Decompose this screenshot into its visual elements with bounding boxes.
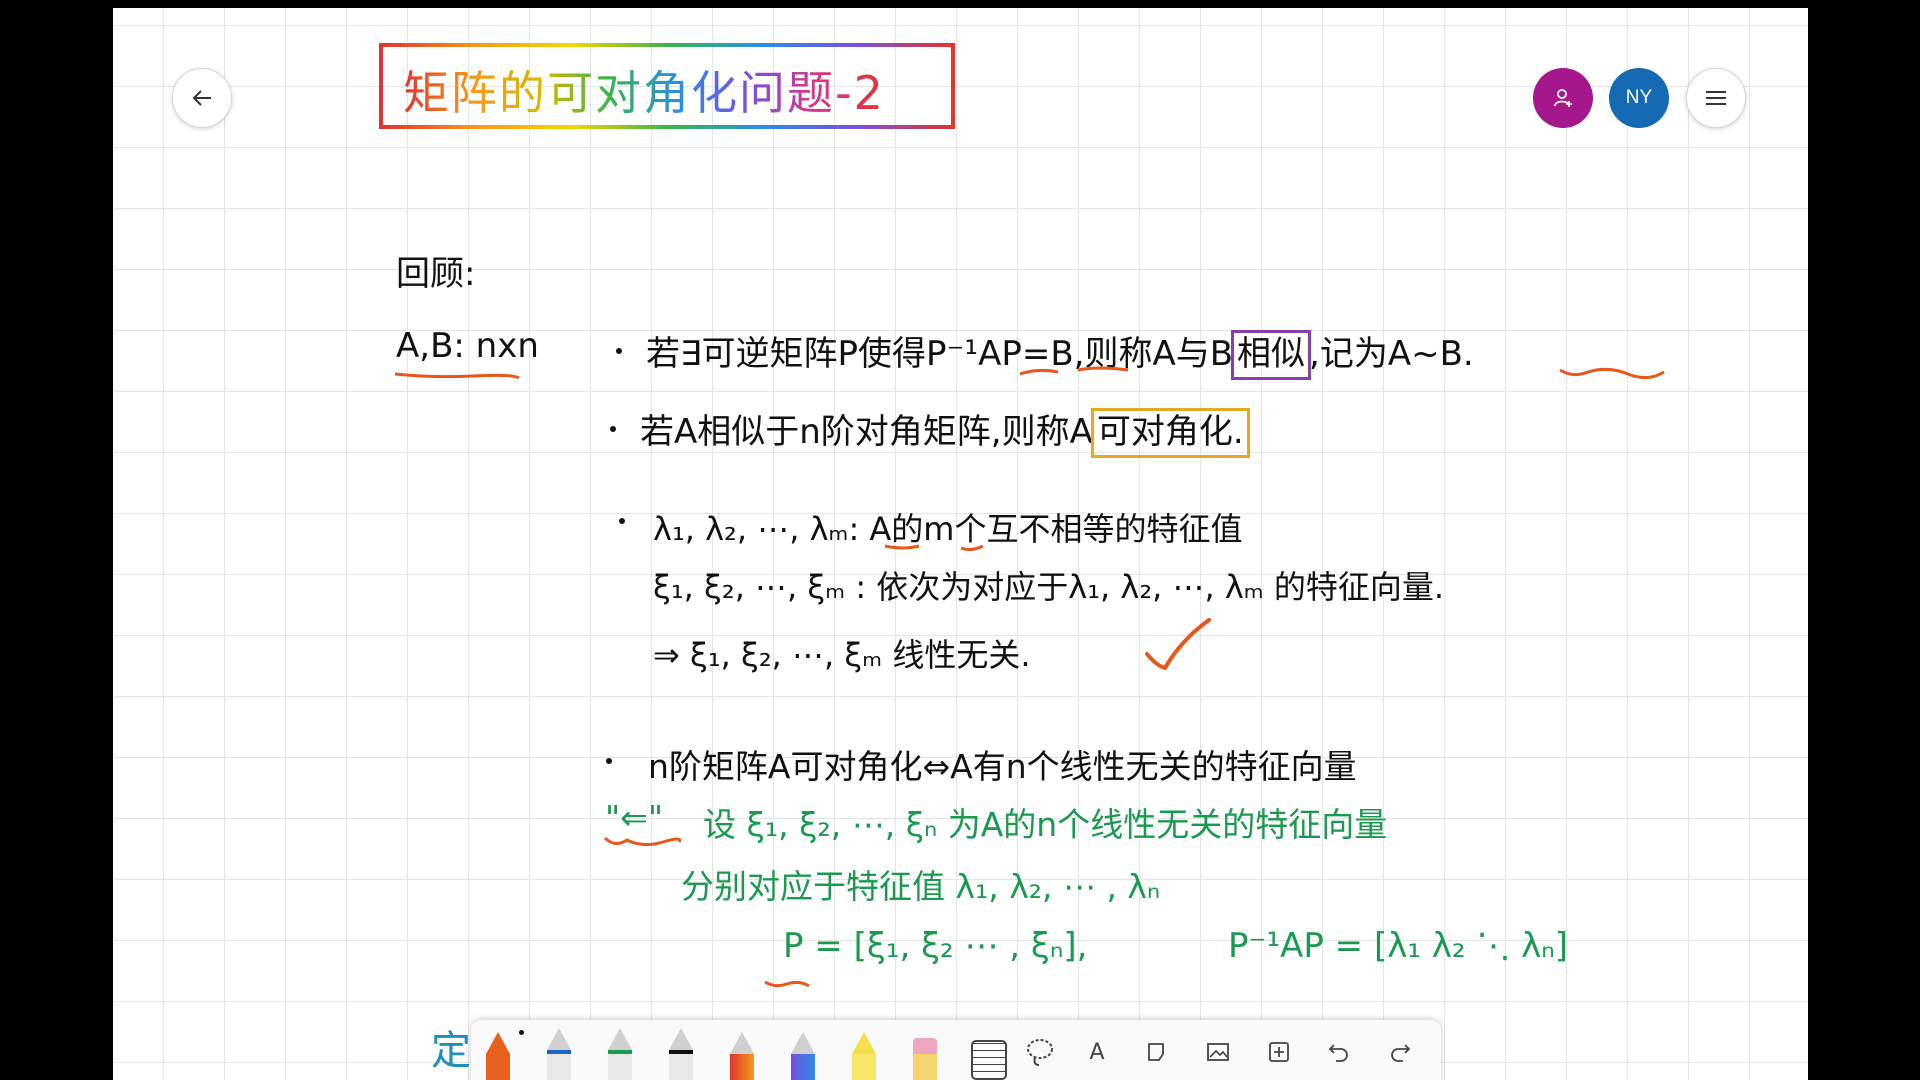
ruler[interactable] <box>971 1040 1007 1080</box>
diagonal-matrix: P⁻¹AP = [λ₁ λ₂ ⋱ λₙ] <box>1228 926 1569 966</box>
diagonalizable-def: 若A相似于n阶对角矩阵,则称A 可对角化. <box>640 404 1250 458</box>
check-icon <box>1145 618 1211 671</box>
diag-text: 若A相似于n阶对角矩阵,则称A <box>640 412 1093 452</box>
bullet <box>616 348 622 354</box>
selected-indicator <box>519 1030 524 1035</box>
lasso-icon[interactable] <box>1026 1038 1054 1066</box>
green-pen[interactable] <box>608 1028 632 1080</box>
highlighter[interactable] <box>852 1032 876 1080</box>
menu-button[interactable] <box>1686 68 1746 128</box>
blue-pen[interactable] <box>547 1028 571 1080</box>
page-title: 矩阵的可对角化问题-2 <box>403 57 885 123</box>
add-icon[interactable] <box>1265 1038 1293 1066</box>
text-icon[interactable]: A <box>1083 1038 1111 1066</box>
underline-mark <box>603 836 682 847</box>
bullet <box>619 518 625 524</box>
purple-box <box>1231 330 1312 380</box>
hamburger-icon <box>1706 91 1726 105</box>
eraser[interactable] <box>913 1038 937 1080</box>
matrix-p: P = [ξ₁, ξ₂ ⋯ , ξₙ], <box>783 926 1088 966</box>
gold-box <box>1090 408 1250 458</box>
proof-mark: "⇐" <box>605 798 664 837</box>
theorem-line: n阶矩阵A可对角化⇔A有n个线性无关的特征向量 <box>648 747 1357 786</box>
proof-line-2: 分别对应于特征值 λ₁, λ₂, ⋯ , λₙ <box>681 867 1161 906</box>
review-label: 回顾: <box>396 254 476 294</box>
purple-pen[interactable] <box>791 1032 815 1080</box>
orange-pen[interactable] <box>486 1032 510 1080</box>
redo-icon[interactable] <box>1386 1038 1414 1066</box>
title-frame: 矩阵的可对角化问题-2 <box>379 43 955 129</box>
black-pen[interactable] <box>669 1028 693 1080</box>
add-person-icon <box>1554 89 1572 107</box>
underline-mark <box>1019 366 1129 376</box>
image-icon[interactable] <box>1204 1038 1232 1066</box>
cut-off-text: 定 <box>431 1028 471 1074</box>
underline-mark <box>1559 367 1665 379</box>
similarity-notation: ,记为A~B. <box>1309 334 1474 374</box>
undo-icon[interactable] <box>1325 1038 1353 1066</box>
back-button[interactable] <box>172 68 232 128</box>
eigenvectors-line: ξ₁, ξ₂, ⋯, ξₘ : 依次为对应于λ₁, λ₂, ⋯, λₘ 的特征向… <box>653 568 1445 606</box>
avatar[interactable]: NY <box>1609 68 1669 128</box>
red-pen[interactable] <box>730 1032 754 1080</box>
ink-toolbar: A <box>471 1020 1441 1080</box>
similarity-text: 若∃可逆矩阵P使得P⁻¹AP=B,则称A与B <box>646 334 1234 374</box>
similar-boxed: 相似 <box>1231 330 1312 380</box>
shape-icon[interactable] <box>1143 1038 1171 1066</box>
matrix-size-label: A,B: nxn <box>396 326 539 366</box>
underline-mark <box>394 372 520 380</box>
underline-mark <box>764 980 810 988</box>
arrow-left-icon <box>192 90 211 106</box>
add-person-button[interactable] <box>1533 68 1593 128</box>
independence-line: ⇒ ξ₁, ξ₂, ⋯, ξₘ 线性无关. <box>653 636 1031 674</box>
whiteboard-canvas[interactable]: 矩阵的可对角化问题-2 NY 回顾: A,B: nxn 若∃可逆矩阵P使得P⁻¹… <box>113 8 1808 1080</box>
underline-mark <box>884 544 984 552</box>
bullet <box>610 426 616 432</box>
bullet <box>606 758 612 764</box>
diag-boxed: 可对角化. <box>1090 408 1250 458</box>
proof-line-1: 设 ξ₁, ξ₂, ⋯, ξₙ 为A的n个线性无关的特征向量 <box>703 805 1388 844</box>
